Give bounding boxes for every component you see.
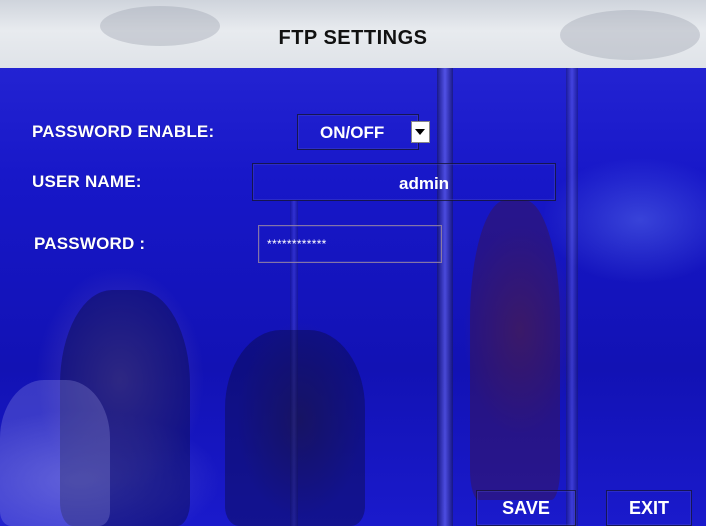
password-enable-label: PASSWORD ENABLE: bbox=[32, 122, 215, 141]
exit-button[interactable]: EXIT bbox=[606, 490, 692, 526]
password-field[interactable]: ************ bbox=[258, 225, 442, 263]
password-label: PASSWORD : bbox=[34, 234, 146, 253]
dropdown-triangle bbox=[415, 129, 425, 135]
title-bar: FTP SETTINGS bbox=[0, 0, 706, 68]
background-pole bbox=[437, 68, 453, 526]
background-pole bbox=[566, 68, 578, 526]
password-enable-select[interactable]: ON/OFF bbox=[297, 114, 419, 150]
password-value: ************ bbox=[267, 237, 327, 251]
chevron-down-icon[interactable] bbox=[411, 121, 430, 143]
background-figure bbox=[0, 380, 110, 526]
save-button[interactable]: SAVE bbox=[476, 490, 576, 526]
user-name-label: USER NAME: bbox=[32, 172, 142, 191]
password-enable-value: ON/OFF bbox=[320, 123, 385, 142]
page-title: FTP SETTINGS bbox=[278, 27, 428, 49]
user-name-field[interactable]: admin bbox=[252, 163, 556, 201]
background-figure bbox=[225, 330, 365, 526]
background-figure bbox=[470, 200, 560, 500]
ftp-settings-screen: FTP SETTINGS PASSWORD ENABLE: ON/OFF USE… bbox=[0, 0, 706, 526]
user-name-value: admin bbox=[399, 174, 450, 193]
